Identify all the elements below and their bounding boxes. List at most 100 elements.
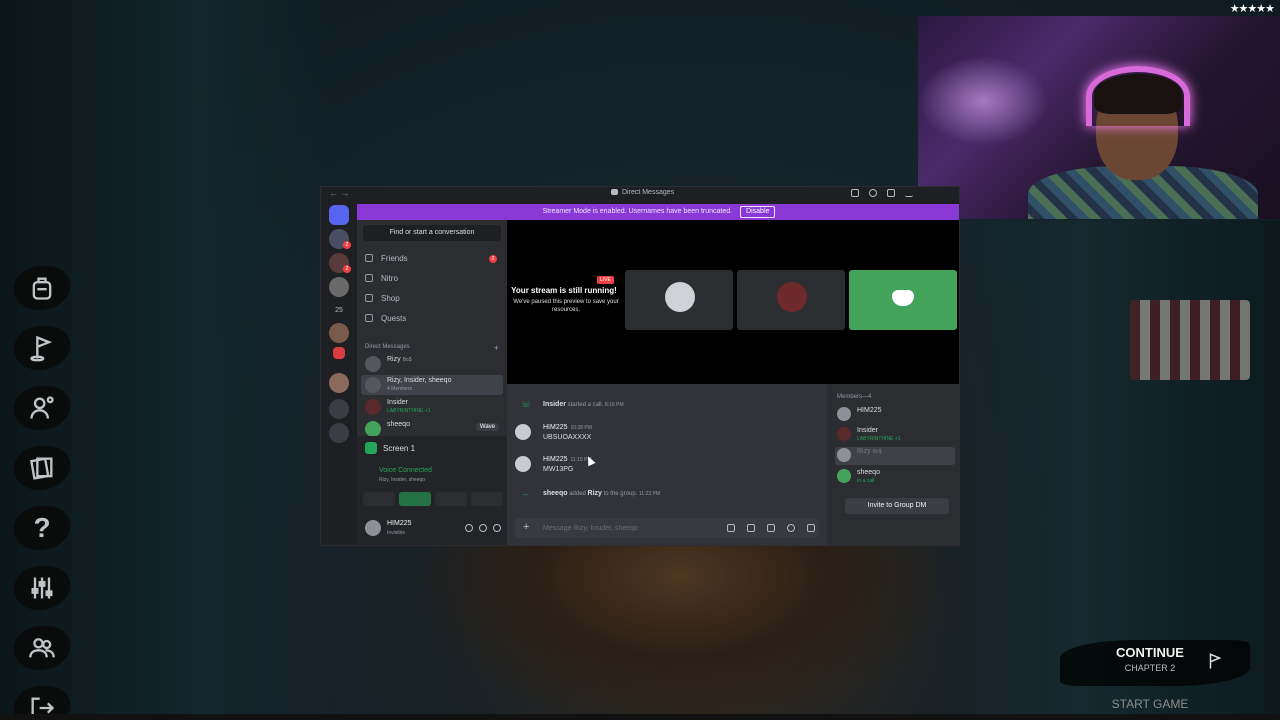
member-activity: LABYRINTHINE +1 — [857, 436, 901, 442]
avatar — [365, 421, 381, 437]
server-icon[interactable] — [333, 347, 345, 359]
emoji-icon[interactable] — [787, 524, 795, 532]
help-button[interactable]: ? — [14, 506, 70, 550]
server-badge: 2 — [343, 241, 351, 249]
message-input[interactable] — [543, 521, 713, 535]
nav-shop[interactable]: Shop — [365, 291, 501, 307]
cards-button[interactable] — [14, 446, 70, 490]
invite-group-button[interactable]: Invite to Group DM — [845, 498, 949, 514]
dm-sub: 4 Members — [387, 386, 413, 392]
server-icon[interactable]: 2 — [329, 253, 351, 273]
dm-sub: LABYRINTHINE +1 — [387, 408, 431, 414]
continue-button[interactable]: CONTINUE — [1080, 645, 1220, 660]
nav-nitro[interactable]: Nitro — [365, 271, 501, 287]
chat-message: HIM225 10:28 PM UBSUOAXXXX — [515, 424, 815, 450]
find-conversation-button[interactable]: Find or start a conversation — [363, 225, 501, 241]
member-item[interactable]: Insider LABYRINTHINE +1 — [835, 426, 955, 444]
missions-button[interactable] — [14, 326, 70, 370]
member-activity: In a call — [857, 478, 875, 484]
server-icon[interactable] — [329, 399, 349, 419]
backpack-button[interactable] — [14, 266, 70, 310]
call-system-message: Insider started a call. 8:16 PM — [543, 401, 624, 408]
live-badge: LIVE — [597, 276, 614, 284]
added-system-message: sheeqo added Rizy to the group. 11:23 PM — [543, 490, 661, 497]
shop-icon — [365, 294, 373, 302]
nav-friends-label: Friends — [381, 254, 408, 263]
member-list: Members—4 HIM225 Insider LABYRINTHINE +1… — [827, 384, 959, 545]
settings-button[interactable] — [14, 566, 70, 610]
disable-streamer-button[interactable]: Disable — [740, 206, 776, 218]
avatar — [515, 424, 531, 440]
avatar — [365, 356, 381, 372]
webcam-headset — [1086, 66, 1190, 126]
circus-stall-backdrop — [1130, 300, 1250, 380]
server-icon[interactable] — [329, 323, 349, 343]
server-icon[interactable] — [329, 423, 349, 443]
inbox-icon[interactable] — [851, 189, 859, 197]
dm-name: Rizy Bo$ — [387, 356, 412, 363]
character-button[interactable] — [14, 386, 70, 430]
quests-icon — [365, 314, 373, 322]
member-item[interactable]: HIM225 — [835, 406, 955, 424]
server-icon[interactable]: 2 — [329, 229, 351, 249]
server-list: 2 2 25 — [321, 201, 357, 545]
dm-item[interactable]: Insider LABYRINTHINE +1 — [361, 397, 503, 417]
activities-button[interactable] — [435, 492, 467, 506]
member-item[interactable]: sheeqo In a call — [835, 468, 955, 486]
avatar — [837, 448, 851, 462]
home-button[interactable] — [329, 205, 349, 225]
nav-quests-label: Quests — [381, 314, 407, 323]
dm-item[interactable]: Rizy Bo$ — [361, 354, 503, 374]
member-name: Insider — [857, 427, 879, 434]
sticker-icon[interactable] — [767, 524, 775, 532]
message-text: MW13PG — [543, 466, 574, 473]
voice-panel: Screen 1 Voice Connected Rizy, Insider, … — [357, 436, 507, 510]
settings-sliders-icon — [31, 577, 53, 599]
soundboard-button[interactable] — [471, 492, 503, 506]
screen-share-button[interactable] — [399, 492, 431, 506]
member-item[interactable]: Rizy Bo$ — [835, 447, 955, 465]
gif-icon[interactable] — [747, 524, 755, 532]
voice-status: Voice Connected — [379, 467, 432, 474]
avatar — [665, 282, 695, 312]
member-name: sheeqo — [857, 469, 880, 476]
avatar — [837, 427, 851, 441]
start-game-button[interactable]: START GAME — [1080, 697, 1220, 711]
nav-nitro-label: Nitro — [381, 274, 398, 283]
arrow-right-icon: → — [521, 489, 529, 498]
participant-tile[interactable] — [737, 270, 845, 330]
server-icon[interactable] — [329, 373, 349, 393]
wave-button[interactable]: Wave — [475, 423, 499, 431]
dm-section-header: Direct Messages + — [365, 343, 501, 353]
camera-off-button[interactable] — [363, 492, 395, 506]
message-composer: + — [515, 518, 819, 538]
nav-quests[interactable]: Quests — [365, 311, 501, 327]
participant-tile[interactable] — [625, 270, 733, 330]
gear-icon[interactable] — [493, 524, 501, 532]
rating-stars: ★★★★★ — [1229, 3, 1275, 15]
headphones-icon[interactable] — [479, 524, 487, 532]
backpack-icon — [32, 277, 52, 300]
dm-item-group[interactable]: Rizy, Insider, sheeqo 4 Members — [361, 375, 503, 395]
cards-icon — [30, 457, 53, 480]
nav-friends[interactable]: Friends 2 — [365, 251, 501, 267]
microphone-icon[interactable] — [465, 524, 473, 532]
participant-tile[interactable] — [849, 270, 957, 330]
create-dm-icon[interactable]: + — [494, 343, 499, 353]
voice-members: Rizy, Insider, sheeqo — [379, 477, 426, 483]
minimize-icon[interactable] — [905, 189, 913, 197]
friends-button[interactable] — [14, 626, 70, 670]
discord-window: ← → Direct Messages Streamer Mode is ena… — [320, 186, 960, 546]
apps-icon[interactable] — [807, 524, 815, 532]
help-icon[interactable] — [869, 189, 877, 197]
avatar[interactable] — [365, 520, 381, 536]
avatar — [837, 407, 851, 421]
dm-name: Insider — [387, 399, 409, 406]
server-icon[interactable] — [329, 277, 349, 297]
back-arrow-icon[interactable]: ← → — [329, 188, 350, 198]
lit-ground-backdrop — [420, 540, 940, 720]
attach-plus-icon[interactable]: + — [523, 521, 529, 533]
gift-icon[interactable] — [727, 524, 735, 532]
character-icon — [30, 396, 54, 419]
download-icon[interactable] — [887, 189, 895, 197]
